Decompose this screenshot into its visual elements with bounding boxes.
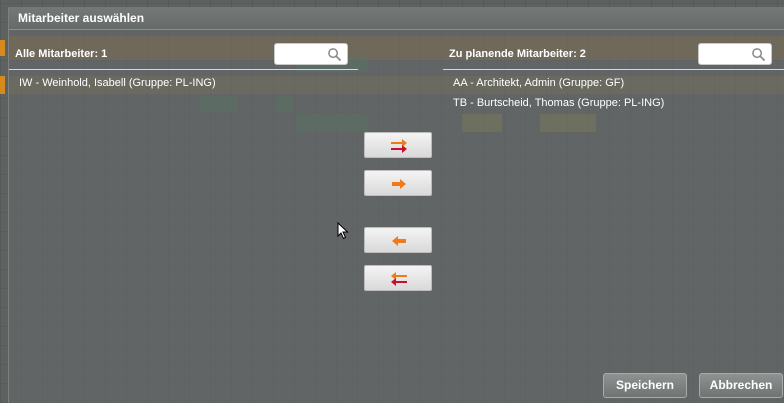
planned-employees-label: Zu planende Mitarbeiter: 2 xyxy=(449,48,586,60)
accent-strip xyxy=(0,40,5,56)
move-right-icon xyxy=(392,179,406,189)
search-icon xyxy=(328,48,342,62)
available-search-input[interactable] xyxy=(274,43,348,65)
available-employees-header: Alle Mitarbeiter: 1 xyxy=(9,35,358,70)
dialog-titlebar[interactable]: Mitarbeiter auswählen xyxy=(9,7,784,30)
available-employees-list: IW - Weinhold, Isabell (Gruppe: PL-ING) xyxy=(9,73,358,93)
save-button[interactable]: Speichern xyxy=(603,373,687,398)
list-item[interactable]: TB - Burtscheid, Thomas (Gruppe: PL-ING) xyxy=(443,93,784,113)
dialog-title: Mitarbeiter auswählen xyxy=(18,11,145,25)
move-all-right-icon xyxy=(391,139,407,153)
select-employees-dialog: Mitarbeiter auswählen Alle Mitarbeiter: … xyxy=(8,7,784,403)
move-left-button[interactable] xyxy=(364,227,432,253)
move-all-right-button[interactable] xyxy=(364,132,432,158)
move-right-button[interactable] xyxy=(364,170,432,196)
list-item[interactable]: AA - Architekt, Admin (Gruppe: GF) xyxy=(443,73,784,93)
search-icon xyxy=(752,48,766,62)
cancel-button[interactable]: Abbrechen xyxy=(699,373,783,398)
planned-employees-list: AA - Architekt, Admin (Gruppe: GF) TB - … xyxy=(443,73,784,113)
planned-employees-header: Zu planende Mitarbeiter: 2 xyxy=(443,35,784,70)
mouse-cursor-icon xyxy=(337,222,349,240)
move-left-icon xyxy=(392,236,406,246)
accent-strip xyxy=(0,76,5,94)
available-employees-label: Alle Mitarbeiter: 1 xyxy=(15,48,108,60)
list-item[interactable]: IW - Weinhold, Isabell (Gruppe: PL-ING) xyxy=(9,73,358,93)
planned-search-input[interactable] xyxy=(698,43,772,65)
move-all-left-button[interactable] xyxy=(364,265,432,291)
move-all-left-icon xyxy=(391,272,407,286)
